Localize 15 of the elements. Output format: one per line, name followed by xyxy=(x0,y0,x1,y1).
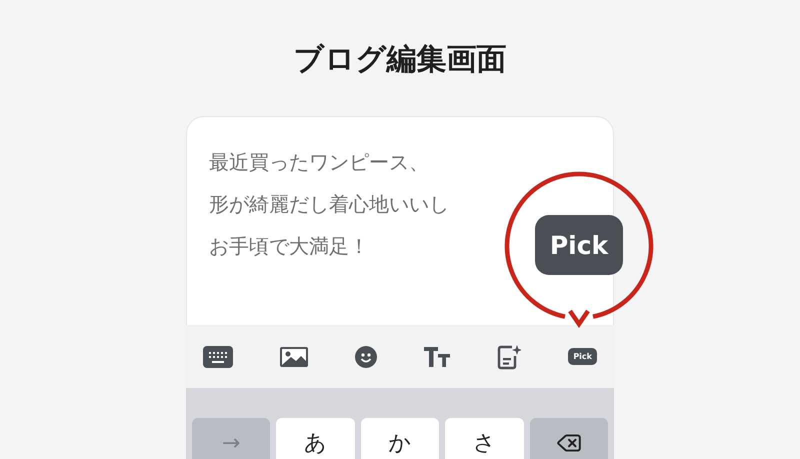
kana-key[interactable]: さ xyxy=(445,418,524,459)
kana-key[interactable]: か xyxy=(360,418,440,459)
text-size-icon[interactable] xyxy=(424,346,450,366)
pick-badge: Pick xyxy=(535,215,623,275)
kana-key[interactable]: あ xyxy=(276,418,355,459)
body-text-line: 最近買ったワンピース、 xyxy=(209,149,429,176)
backspace-key[interactable] xyxy=(530,418,608,459)
keyboard-icon[interactable] xyxy=(203,346,233,368)
body-text-line: お手頃で大満足！ xyxy=(209,233,369,260)
pick-button[interactable]: Pick xyxy=(568,348,597,365)
image-icon[interactable] xyxy=(280,346,308,366)
document-sparkle-icon[interactable] xyxy=(497,344,522,370)
smiley-icon[interactable] xyxy=(355,346,378,368)
page-title: ブログ編集画面 xyxy=(294,41,506,79)
body-text-line: 形が綺麗だし着心地いいし xyxy=(209,191,449,218)
